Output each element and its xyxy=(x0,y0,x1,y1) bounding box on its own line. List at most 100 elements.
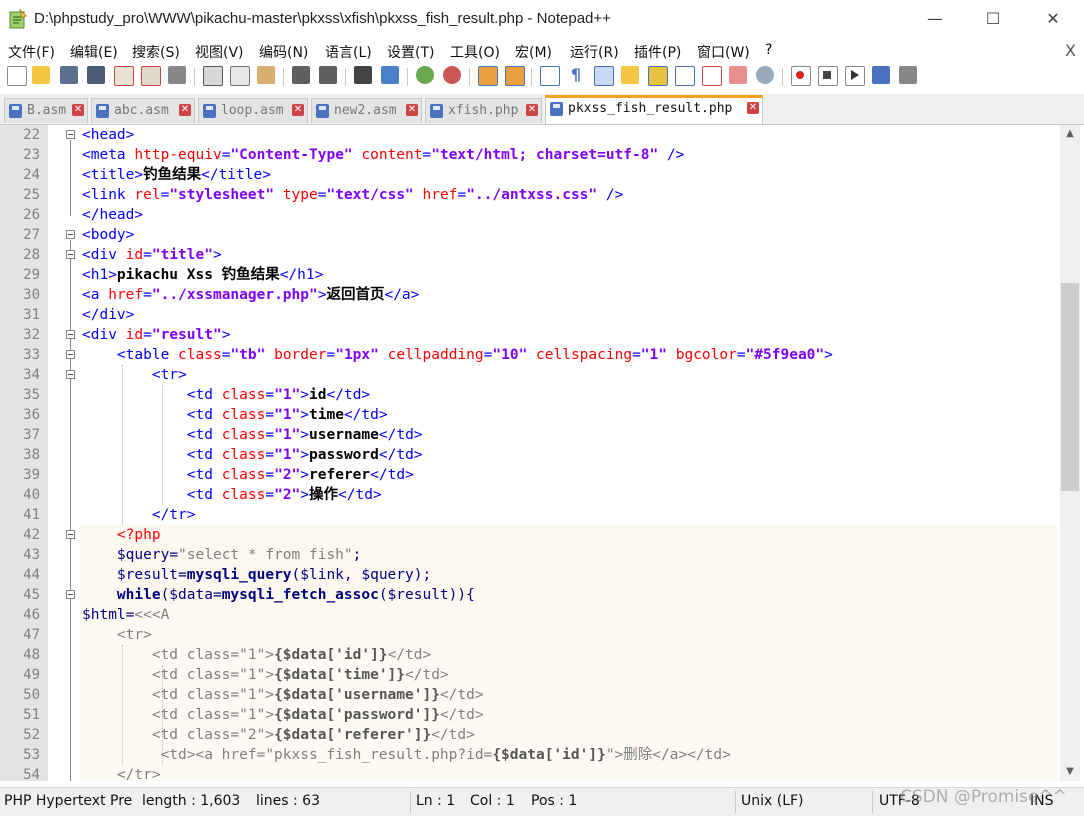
save-icon[interactable] xyxy=(60,66,78,84)
menu-search[interactable]: 搜索(S) xyxy=(132,42,180,62)
copy-icon[interactable] xyxy=(230,66,250,86)
status-lines: lines : 63 xyxy=(256,793,320,809)
fold-toggle-icon[interactable] xyxy=(66,370,75,379)
stop-macro-icon[interactable] xyxy=(818,66,838,86)
tab-b-asm[interactable]: B.asm ✕ xyxy=(4,98,88,123)
line-number: 34 xyxy=(23,367,40,383)
folder-as-workspace-icon[interactable] xyxy=(702,66,722,86)
user-language-icon[interactable] xyxy=(621,66,639,84)
code-text: <td class="1">id</td> xyxy=(186,387,371,403)
close-button[interactable]: ✕ xyxy=(1030,4,1076,34)
code-editor[interactable]: 22 <head> 23 <meta http-equiv="Content-T… xyxy=(0,125,1060,781)
toolbar: ¶ xyxy=(0,62,1084,92)
document-tab-bar: B.asm ✕ abc.asm ✕ loop.asm ✕ new2.asm ✕ … xyxy=(0,94,1084,125)
status-column: Col : 1 xyxy=(470,793,515,809)
scrollbar-thumb[interactable] xyxy=(1061,283,1079,491)
fold-toggle-icon[interactable] xyxy=(66,350,75,359)
close-tab-icon[interactable]: ✕ xyxy=(406,104,418,116)
menu-macro[interactable]: 宏(M) xyxy=(515,42,552,62)
tab-xfish-php[interactable]: xfish.php ✕ xyxy=(425,98,542,123)
zoom-out-icon[interactable] xyxy=(443,66,461,84)
menu-view[interactable]: 视图(V) xyxy=(195,42,244,62)
redo-icon[interactable] xyxy=(319,66,337,84)
menu-encoding[interactable]: 编码(N) xyxy=(259,42,308,62)
menu-language[interactable]: 语言(L) xyxy=(325,42,372,62)
replace-icon[interactable] xyxy=(381,66,399,84)
code-line: 31 </div> xyxy=(0,305,1060,325)
menu-plugins[interactable]: 插件(P) xyxy=(634,42,681,62)
function-list-icon[interactable] xyxy=(675,66,695,86)
close-tab-icon[interactable]: ✕ xyxy=(179,104,191,116)
code-line: 48 <td class="1">{$data['id']}</td> xyxy=(0,645,1060,665)
find-icon[interactable] xyxy=(354,66,372,84)
tab-abc-asm[interactable]: abc.asm ✕ xyxy=(91,98,195,123)
fold-toggle-icon[interactable] xyxy=(66,250,75,259)
menu-edit[interactable]: 编辑(E) xyxy=(70,42,118,62)
line-number: 25 xyxy=(23,187,40,203)
fold-toggle-icon[interactable] xyxy=(66,330,75,339)
menu-help[interactable]: ? xyxy=(765,42,772,58)
close-tab-icon[interactable]: ✕ xyxy=(292,104,304,116)
close-document-button[interactable]: X xyxy=(1065,41,1076,60)
close-tab-icon[interactable]: ✕ xyxy=(747,102,759,114)
code-text: <td class="2">referer</td> xyxy=(186,467,414,483)
saved-file-icon xyxy=(550,102,563,116)
menu-tools[interactable]: 工具(O) xyxy=(450,42,500,62)
indent-guide-icon[interactable] xyxy=(594,66,614,86)
fold-toggle-icon[interactable] xyxy=(66,530,75,539)
menu-file[interactable]: 文件(F) xyxy=(8,42,55,62)
word-wrap-icon[interactable] xyxy=(540,66,560,86)
fold-toggle-icon[interactable] xyxy=(66,590,75,599)
save-all-icon[interactable] xyxy=(87,66,105,84)
code-text: <td class="1">password</td> xyxy=(186,447,423,463)
tab-new2-asm[interactable]: new2.asm ✕ xyxy=(311,98,422,123)
paste-icon[interactable] xyxy=(257,66,275,84)
code-line: 49 <td class="1">{$data['time']}</td> xyxy=(0,665,1060,685)
scroll-down-arrow-icon[interactable]: ▼ xyxy=(1060,763,1080,781)
document-map-icon[interactable] xyxy=(648,66,668,86)
sync-horizontal-icon[interactable] xyxy=(505,66,525,86)
tab-pkxss-fish-result-php[interactable]: pkxss_fish_result.php ✕ xyxy=(545,95,763,124)
code-text: <?php xyxy=(116,527,161,543)
play-macro-icon[interactable] xyxy=(845,66,865,86)
close-tab-icon[interactable]: ✕ xyxy=(72,104,84,116)
print-icon[interactable] xyxy=(168,66,186,84)
save-macro-icon[interactable] xyxy=(899,66,917,84)
menu-settings[interactable]: 设置(T) xyxy=(387,42,434,62)
code-text: <tr> xyxy=(151,367,187,383)
record-macro-icon[interactable] xyxy=(791,66,811,86)
code-text: $result=mysqli_query($link, $query); xyxy=(116,567,432,583)
open-file-icon[interactable] xyxy=(32,66,50,84)
monitoring-icon[interactable] xyxy=(756,66,774,84)
code-line: 35 <td class="1">id</td> xyxy=(0,385,1060,405)
scroll-up-arrow-icon[interactable]: ▲ xyxy=(1060,125,1080,143)
show-all-characters-icon[interactable]: ¶ xyxy=(567,66,585,84)
notepad-plus-plus-icon xyxy=(9,8,27,29)
maximize-button[interactable]: ☐ xyxy=(970,4,1016,34)
cut-icon[interactable] xyxy=(203,66,223,86)
menu-run[interactable]: 运行(R) xyxy=(570,42,619,62)
code-line: 32 <div id="result"> xyxy=(0,325,1060,345)
code-text: $query="select * from fish"; xyxy=(116,547,362,563)
fold-toggle-icon[interactable] xyxy=(66,130,75,139)
code-line: 23 <meta http-equiv="Content-Type" conte… xyxy=(0,145,1060,165)
code-text: <link rel="stylesheet" type="text/css" h… xyxy=(82,187,624,203)
vertical-scrollbar[interactable]: ▲ ▼ xyxy=(1060,125,1080,781)
line-number: 54 xyxy=(23,767,40,781)
status-eol-format[interactable]: Unix (LF) xyxy=(741,793,804,809)
line-number: 22 xyxy=(23,127,40,143)
sync-vertical-icon[interactable] xyxy=(478,66,498,86)
project-icon[interactable] xyxy=(729,66,747,84)
minimize-button[interactable]: — xyxy=(912,4,958,34)
close-file-icon[interactable] xyxy=(114,66,134,86)
close-tab-icon[interactable]: ✕ xyxy=(526,104,538,116)
code-text: <td class="1">{$data['time']}</td> xyxy=(82,667,449,683)
tab-loop-asm[interactable]: loop.asm ✕ xyxy=(198,98,308,123)
undo-icon[interactable] xyxy=(292,66,310,84)
menu-window[interactable]: 窗口(W) xyxy=(697,42,750,62)
new-file-icon[interactable] xyxy=(7,66,27,86)
zoom-in-icon[interactable] xyxy=(416,66,434,84)
fold-toggle-icon[interactable] xyxy=(66,230,75,239)
close-all-icon[interactable] xyxy=(141,66,161,86)
run-macro-multiple-icon[interactable] xyxy=(872,66,890,84)
